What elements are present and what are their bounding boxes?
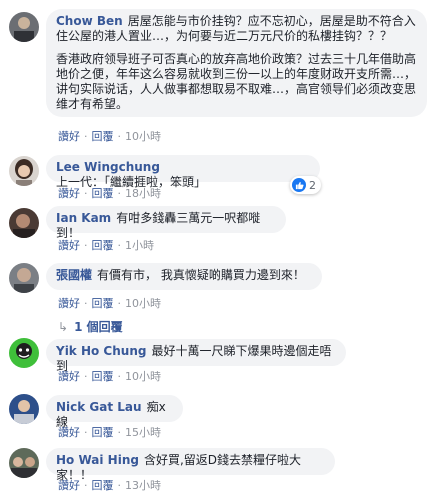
comment-text: 香港政府领导班子可否真心的放弃高地价政策？过去三十几年借助高地价之便，年年这么容… — [56, 52, 417, 111]
like-button[interactable]: 讚好 — [58, 426, 80, 439]
timestamp[interactable]: 13小時 — [125, 479, 161, 492]
comment-actions: 讚好 · 回覆 · 18小時 — [58, 187, 161, 200]
timestamp[interactable]: 10小時 — [125, 370, 161, 383]
comment-actions: 讚好 · 回覆 · 10小時 — [58, 130, 161, 143]
avatar[interactable] — [9, 263, 39, 293]
comment-text: 有價有市， 我真懷疑啲購買力邊到來！ — [97, 268, 305, 282]
commenter-name[interactable]: Yik Ho Chung — [56, 344, 146, 358]
comment-actions: 讚好 · 回覆 · 10小時 — [58, 370, 161, 383]
view-replies-link[interactable]: ↳ 1 個回覆 — [58, 318, 123, 335]
commenter-name[interactable]: Nick Gat Lau — [56, 400, 142, 414]
comment-actions: 讚好 · 回覆 · 10小時 — [58, 297, 161, 310]
reaction-count[interactable]: 2 — [290, 176, 321, 194]
commenter-name[interactable]: Lee Wingchung — [56, 160, 160, 174]
commenter-name[interactable]: Ho Wai Hing — [56, 453, 139, 467]
commenter-name[interactable]: 張國權 — [56, 268, 92, 282]
comment-actions: 讚好 · 回覆 · 13小時 — [58, 479, 161, 492]
comment-actions: 讚好 · 回覆 · 15小時 — [58, 426, 161, 439]
timestamp[interactable]: 10小時 — [125, 130, 161, 143]
comment-bubble: Ho Wai Hing 含好買,留返D錢去禁糧仔啦大家！！ — [46, 448, 335, 482]
commenter-name[interactable]: Ian Kam — [56, 211, 111, 225]
reply-button[interactable]: 回覆 — [92, 479, 114, 492]
comment-bubble: Nick Gat Lau 痴x線 — [46, 395, 183, 429]
like-button[interactable]: 讚好 — [58, 479, 80, 492]
timestamp[interactable]: 18小時 — [125, 187, 161, 200]
timestamp[interactable]: 15小時 — [125, 426, 161, 439]
like-button[interactable]: 讚好 — [58, 297, 80, 310]
like-button[interactable]: 讚好 — [58, 239, 80, 252]
reply-arrow-icon: ↳ — [58, 319, 69, 334]
timestamp[interactable]: 10小時 — [125, 297, 161, 310]
comment-bubble: Lee Wingchung上一代：「繼續捱啦，笨頭」 — [46, 155, 320, 189]
like-button[interactable]: 讚好 — [58, 130, 80, 143]
thumbs-up-icon — [292, 178, 306, 192]
avatar[interactable] — [9, 156, 39, 186]
comment-bubble: 張國權 有價有市， 我真懷疑啲購買力邊到來！ — [46, 263, 322, 290]
reply-button[interactable]: 回覆 — [92, 239, 114, 252]
comment-actions: 讚好 · 回覆 · 1小時 — [58, 239, 154, 252]
comment-bubble: Chow Ben 居屋怎能与市价挂钩？应不忘初心，居屋是助不符合入住公屋的港人置业… — [46, 9, 427, 117]
comment-bubble: Yik Ho Chung 最好十萬一尺睇下爆果時邊個走唔到 — [46, 339, 346, 373]
avatar[interactable] — [9, 338, 39, 368]
reply-button[interactable]: 回覆 — [92, 187, 114, 200]
reply-button[interactable]: 回覆 — [92, 370, 114, 383]
timestamp[interactable]: 1小時 — [125, 239, 154, 252]
commenter-name[interactable]: Chow Ben — [56, 14, 123, 28]
avatar[interactable] — [9, 208, 39, 238]
avatar[interactable] — [9, 12, 39, 42]
like-button[interactable]: 讚好 — [58, 370, 80, 383]
reply-button[interactable]: 回覆 — [92, 426, 114, 439]
like-button[interactable]: 讚好 — [58, 187, 80, 200]
avatar[interactable] — [9, 394, 39, 424]
comment-bubble: Ian Kam 有咁多錢轟三萬元一呎都嘥到！ — [46, 206, 286, 240]
reply-button[interactable]: 回覆 — [92, 297, 114, 310]
reply-button[interactable]: 回覆 — [92, 130, 114, 143]
avatar[interactable] — [9, 448, 39, 478]
